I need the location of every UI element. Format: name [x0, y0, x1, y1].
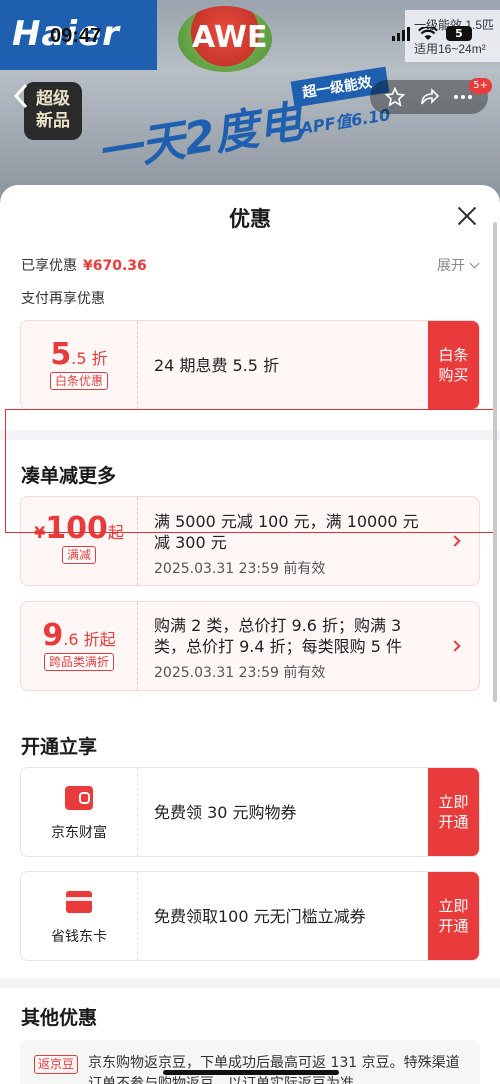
share-button[interactable]: [412, 80, 446, 114]
pay-more-label: 支付再享优惠: [21, 291, 105, 307]
discount-sheet: 优惠 已享优惠 ¥670.36 展开 支付再享优惠 5.5 折 白条优惠 24 期…: [0, 185, 500, 1084]
expand-toggle[interactable]: 展开: [437, 255, 480, 275]
open-item-wealth-left: 京东财富: [21, 768, 138, 856]
open-item-wealth-desc: 免费领 30 元购物券: [154, 803, 297, 822]
baitiao-rate: 5.5 折: [21, 337, 137, 372]
open-wealth-button[interactable]: 立即开通: [428, 768, 479, 856]
other-item-beans[interactable]: 返京豆 京东购物返京豆，下单成功后最高可返 131 京豆。特殊渠道订单不参与购物…: [20, 1040, 480, 1084]
other-item-tag: 返京豆: [34, 1055, 79, 1074]
baitiao-buy-button[interactable]: 白条购买: [428, 321, 479, 409]
star-icon: [385, 87, 405, 107]
open-item-card-name: 省钱东卡: [51, 929, 107, 945]
section-title-other: 其他优惠: [21, 1007, 98, 1029]
battery-icon: 5: [446, 26, 472, 41]
full-reduction-tag: 满减: [61, 546, 96, 564]
chevron-right-icon: [449, 535, 461, 547]
close-button[interactable]: [456, 205, 478, 227]
open-item-card-left: 省钱东卡: [21, 872, 138, 960]
other-item-text: 京东购物返京豆，下单成功后最高可返 131 京豆。特殊渠道订单不参与购物返豆，以…: [88, 1055, 460, 1084]
cross-category-rate: 9.6 折起: [21, 618, 137, 653]
card-icon: [66, 891, 92, 913]
chevron-left-icon: [13, 83, 28, 109]
section-title-open: 开通立享: [21, 736, 98, 758]
open-item-wealth[interactable]: 京东财富 免费领 30 元购物券 立即开通: [20, 767, 480, 857]
cross-category-rate-block: 9.6 折起 跨品类满折: [21, 602, 138, 690]
more-dots-icon: [454, 95, 472, 99]
scrollbar[interactable]: [493, 222, 497, 702]
full-reduction-valid: 2025.03.31 23:59 前有效: [154, 561, 326, 577]
cross-category-tag: 跨品类满折: [43, 653, 114, 671]
baitiao-desc: 24 期息费 5.5 折: [154, 356, 280, 375]
cross-category-card[interactable]: 9.6 折起 跨品类满折 购满 2 类，总价打 9.6 折；购满 3 类，总价打…: [20, 601, 480, 691]
cross-category-desc: 购满 2 类，总价打 9.6 折；购满 3 类，总价打 9.4 折；每类限购 5…: [154, 616, 402, 656]
wifi-icon: [418, 26, 438, 40]
cross-category-rate-frac: .6 折起: [63, 630, 116, 649]
chevron-down-icon: [469, 258, 480, 269]
sheet-title: 优惠: [229, 207, 271, 231]
share-icon: [421, 88, 439, 105]
open-item-card-desc: 免费领取100 元无门槛立减券: [154, 907, 366, 926]
status-time: 09:47: [50, 25, 102, 47]
baitiao-rate-block: 5.5 折 白条优惠: [21, 321, 138, 409]
event-logo: AWE: [192, 20, 268, 55]
back-button[interactable]: [12, 82, 34, 112]
message-count-badge: 5+: [469, 78, 492, 94]
favorite-button[interactable]: [378, 80, 412, 114]
wallet-icon: [65, 786, 93, 810]
baitiao-tag: 白条优惠: [49, 372, 108, 390]
home-indicator[interactable]: [163, 1070, 339, 1075]
open-item-wealth-name: 京东财富: [51, 825, 107, 841]
open-item-card[interactable]: 省钱东卡 免费领取100 元无门槛立减券 立即开通: [20, 871, 480, 961]
section-divider: [0, 978, 500, 988]
open-card-button[interactable]: 立即开通: [428, 872, 479, 960]
banner-headline: 一天2度电: [93, 96, 306, 180]
chevron-right-icon: [449, 640, 461, 652]
enjoyed-discount: 已享优惠 ¥670.36: [21, 255, 147, 275]
baitiao-rate-int: 5: [50, 337, 72, 372]
status-icons: 5: [392, 26, 472, 41]
badge-line-2: 新品: [36, 111, 70, 131]
highlight-frame: [5, 409, 497, 533]
expand-label: 展开: [437, 258, 465, 274]
enjoyed-label: 已享优惠: [21, 258, 77, 274]
spec-line-2: 适用16~24m²: [414, 42, 486, 56]
baitiao-card[interactable]: 5.5 折 白条优惠 24 期息费 5.5 折 白条购买: [20, 320, 480, 410]
cross-category-rate-int: 9: [42, 618, 64, 653]
cross-category-valid: 2025.03.31 23:59 前有效: [154, 665, 326, 681]
signal-icon: [392, 26, 410, 41]
enjoyed-amount: ¥670.36: [83, 258, 147, 274]
baitiao-rate-frac: .5 折: [71, 349, 108, 368]
